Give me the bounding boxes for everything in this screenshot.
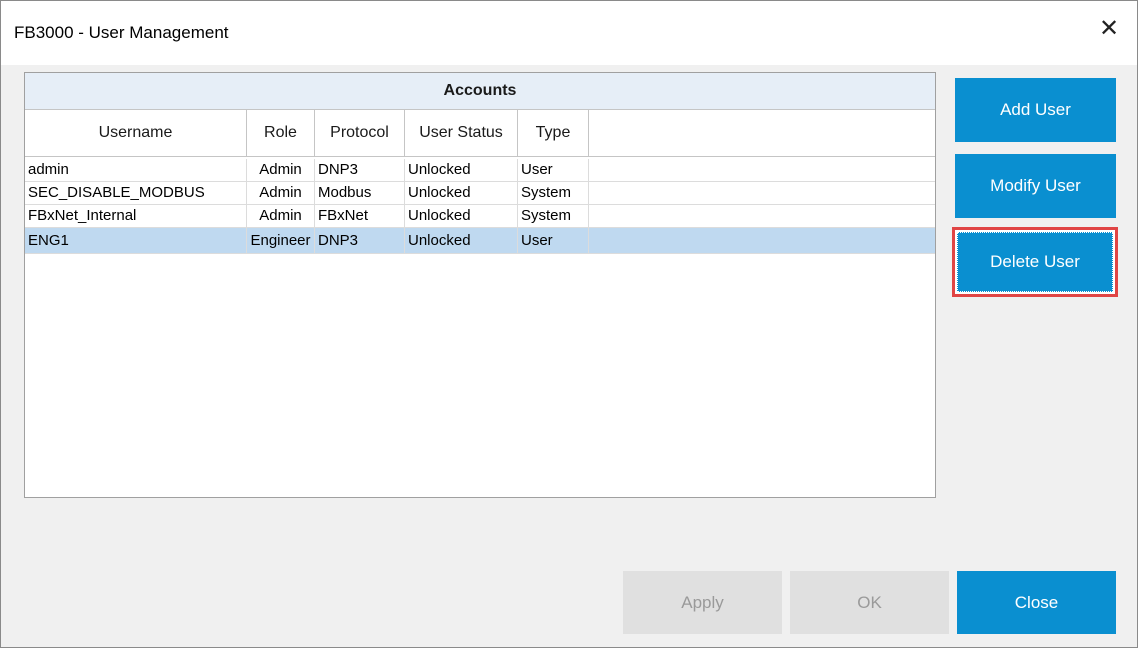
cell-protocol: Modbus xyxy=(315,182,405,205)
table-row[interactable]: FBxNet_Internal Admin FBxNet Unlocked Sy… xyxy=(25,205,935,228)
cell-type: System xyxy=(518,182,589,205)
cell-user-status: Unlocked xyxy=(405,228,518,254)
cell-user-status: Unlocked xyxy=(405,159,518,182)
cell-type: System xyxy=(518,205,589,228)
cell-user-status: Unlocked xyxy=(405,182,518,205)
cell-protocol: DNP3 xyxy=(315,159,405,182)
modify-user-button[interactable]: Modify User xyxy=(955,154,1116,218)
user-management-dialog: FB3000 - User Management ✕ Accounts User… xyxy=(0,0,1138,648)
cell-type: User xyxy=(518,159,589,182)
delete-user-label: Delete User xyxy=(957,232,1113,292)
cell-role: Admin xyxy=(247,159,315,182)
column-header-role[interactable]: Role xyxy=(247,110,315,156)
ok-button[interactable]: OK xyxy=(790,571,949,634)
cell-username: SEC_DISABLE_MODBUS xyxy=(25,182,247,205)
cell-type: User xyxy=(518,228,589,254)
column-header-type[interactable]: Type xyxy=(518,110,589,156)
cell-username: ENG1 xyxy=(25,228,247,254)
table-header-row: Username Role Protocol User Status Type xyxy=(25,110,935,157)
cell-role: Admin xyxy=(247,205,315,228)
close-icon[interactable]: ✕ xyxy=(1095,15,1123,43)
cell-username: FBxNet_Internal xyxy=(25,205,247,228)
apply-button[interactable]: Apply xyxy=(623,571,782,634)
column-header-username[interactable]: Username xyxy=(25,110,247,156)
column-header-protocol[interactable]: Protocol xyxy=(315,110,405,156)
add-user-button[interactable]: Add User xyxy=(955,78,1116,142)
cell-role: Admin xyxy=(247,182,315,205)
cell-protocol: DNP3 xyxy=(315,228,405,254)
cell-user-status: Unlocked xyxy=(405,205,518,228)
table-row[interactable]: SEC_DISABLE_MODBUS Admin Modbus Unlocked… xyxy=(25,182,935,205)
title-bar: FB3000 - User Management ✕ xyxy=(1,1,1137,65)
column-header-user-status[interactable]: User Status xyxy=(405,110,518,156)
cell-protocol: FBxNet xyxy=(315,205,405,228)
close-button[interactable]: Close xyxy=(957,571,1116,634)
window-title: FB3000 - User Management xyxy=(14,23,229,42)
delete-user-button[interactable]: Delete User xyxy=(952,227,1118,297)
accounts-table-title: Accounts xyxy=(25,73,935,110)
cell-username: admin xyxy=(25,159,247,182)
table-row[interactable]: admin Admin DNP3 Unlocked User xyxy=(25,159,935,182)
cell-role: Engineer xyxy=(247,228,315,254)
accounts-table: Accounts Username Role Protocol User Sta… xyxy=(24,72,936,498)
table-row-selected[interactable]: ENG1 Engineer DNP3 Unlocked User xyxy=(25,228,935,254)
